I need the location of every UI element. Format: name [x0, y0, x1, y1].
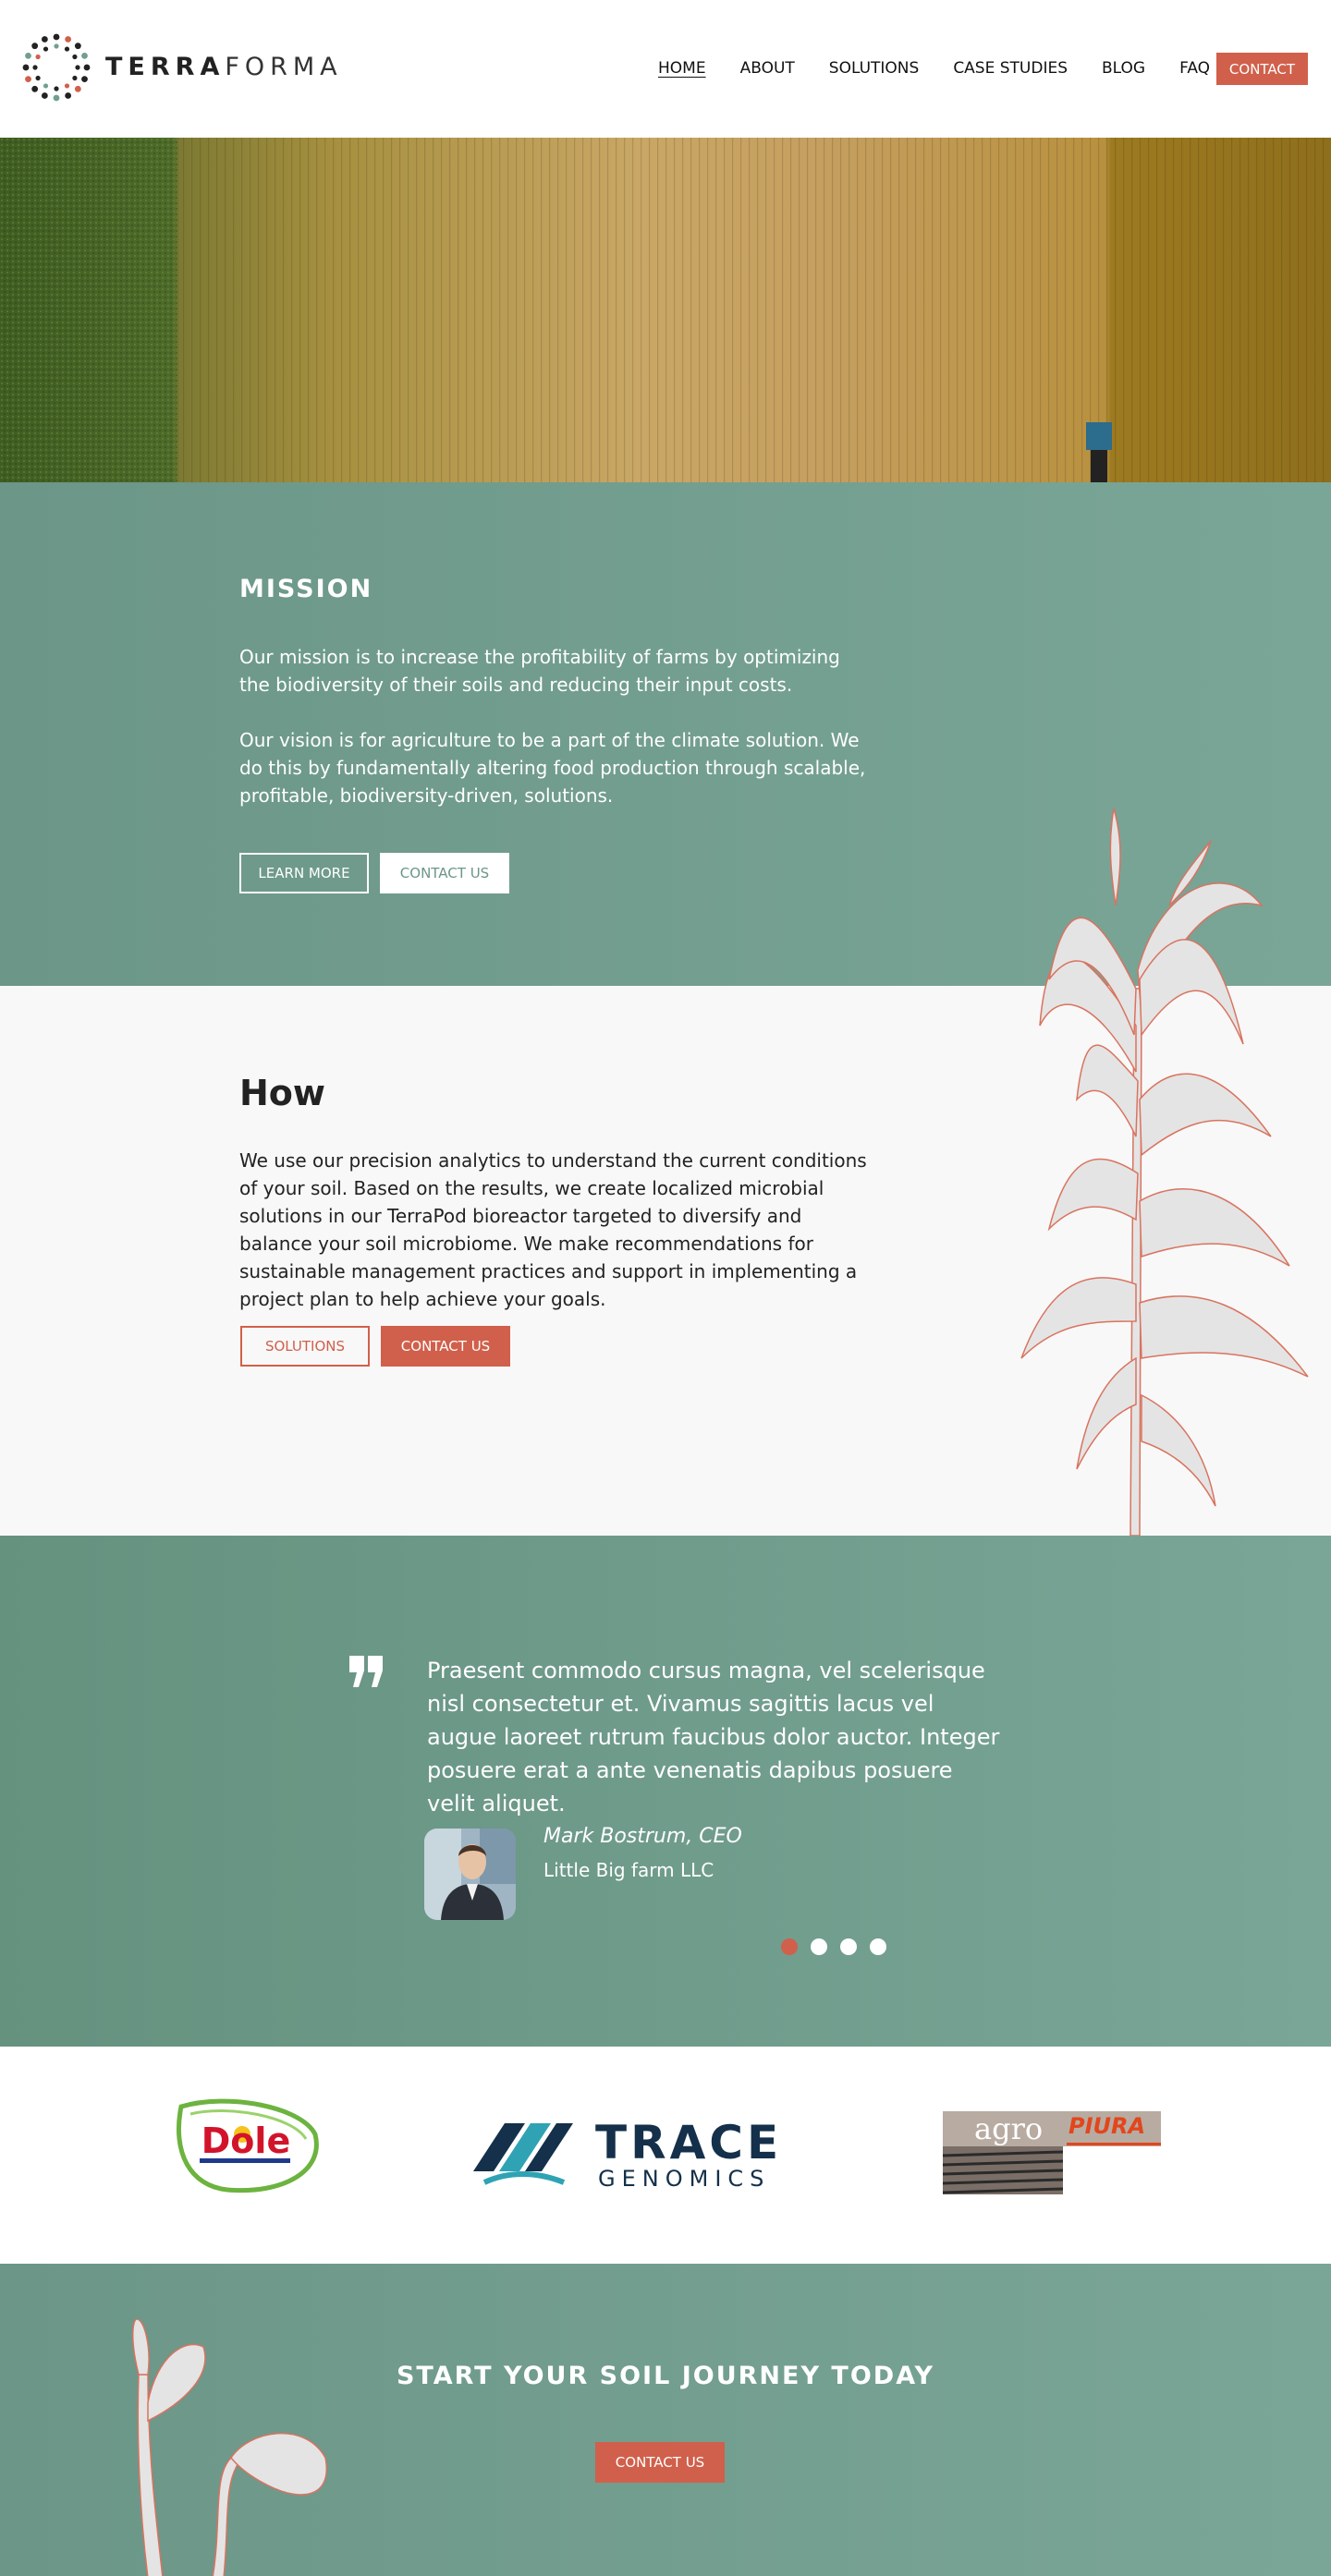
nav-home[interactable]: HOME — [658, 59, 706, 78]
dole-logo[interactable]: Dole — [172, 2097, 320, 2194]
slider-dot-3[interactable] — [840, 1938, 857, 1955]
terraforma-logo-icon[interactable] — [22, 33, 91, 102]
nav-case-studies[interactable]: CASE STUDIES — [953, 59, 1068, 78]
nav-contact-button[interactable]: CONTACT — [1216, 53, 1308, 85]
testimonial-section: Praesent commodo cursus magna, vel scele… — [0, 1536, 1331, 2047]
learn-more-button[interactable]: LEARN MORE — [239, 853, 369, 893]
corn-plant-illustration — [1020, 808, 1309, 1536]
agropiura-logo[interactable]: agro PIURA — [943, 2111, 1161, 2199]
vision-paragraph: Our vision is for agriculture to be a pa… — [239, 729, 866, 807]
trace-logo-sub: GENOMICS — [598, 2166, 771, 2192]
quote-icon — [349, 1656, 383, 1687]
brand-name-bold: TERRA — [105, 53, 226, 81]
mission-title: MISSION — [239, 575, 373, 603]
slider-dot-2[interactable] — [811, 1938, 827, 1955]
avatar — [424, 1829, 516, 1920]
nav-about[interactable]: ABOUT — [740, 59, 795, 78]
cta-section: START YOUR SOIL JOURNEY TODAY CONTACT US — [0, 2264, 1331, 2576]
how-paragraph: We use our precision analytics to unders… — [239, 1149, 867, 1310]
nav-faq[interactable]: FAQ — [1179, 59, 1210, 78]
trace-genomics-mark-icon — [473, 2123, 573, 2185]
brand-name[interactable]: TERRAFORMA — [105, 53, 343, 81]
field-aerial-image — [0, 138, 1331, 482]
nav-blog[interactable]: BLOG — [1102, 59, 1145, 78]
solutions-button[interactable]: SOLUTIONS — [240, 1326, 370, 1367]
partner-logos: Dole TRACE GENOMICS agro PIURA — [0, 2047, 1331, 2264]
nav-solutions[interactable]: SOLUTIONS — [829, 59, 920, 78]
testimonial-author: Mark Bostrum, CEO — [543, 1825, 742, 1848]
brand-name-light: FORMA — [225, 53, 343, 81]
slider-dot-1[interactable] — [781, 1938, 798, 1955]
site-header: TERRAFORMA HOME ABOUT SOLUTIONS CASE STU… — [0, 0, 1331, 138]
slider-dots — [781, 1938, 886, 1955]
trace-genomics-logo[interactable]: TRACE GENOMICS — [471, 2116, 778, 2192]
how-contact-us-button[interactable]: CONTACT US — [381, 1326, 510, 1367]
main-nav: HOME ABOUT SOLUTIONS CASE STUDIES BLOG F… — [658, 59, 1244, 78]
dole-logo-text: Dole — [201, 2120, 290, 2161]
hero-image — [0, 138, 1331, 482]
cta-contact-us-button[interactable]: CONTACT US — [595, 2442, 725, 2483]
agro-logo-text: agro — [974, 2111, 1043, 2146]
mission-contact-us-button[interactable]: CONTACT US — [380, 853, 509, 893]
testimonial-quote: Praesent commodo cursus magna, vel scele… — [427, 1658, 1000, 1817]
piura-logo-text: PIURA — [1068, 2113, 1145, 2139]
testimonial-company: Little Big farm LLC — [543, 1859, 714, 1881]
trace-logo-word: TRACE — [595, 2116, 783, 2169]
cta-title: START YOUR SOIL JOURNEY TODAY — [396, 2362, 935, 2390]
slider-dot-4[interactable] — [870, 1938, 886, 1955]
sprout-illustration — [131, 2319, 328, 2576]
how-title: How — [239, 1073, 326, 1113]
mission-paragraph: Our mission is to increase the profitabi… — [239, 646, 840, 696]
